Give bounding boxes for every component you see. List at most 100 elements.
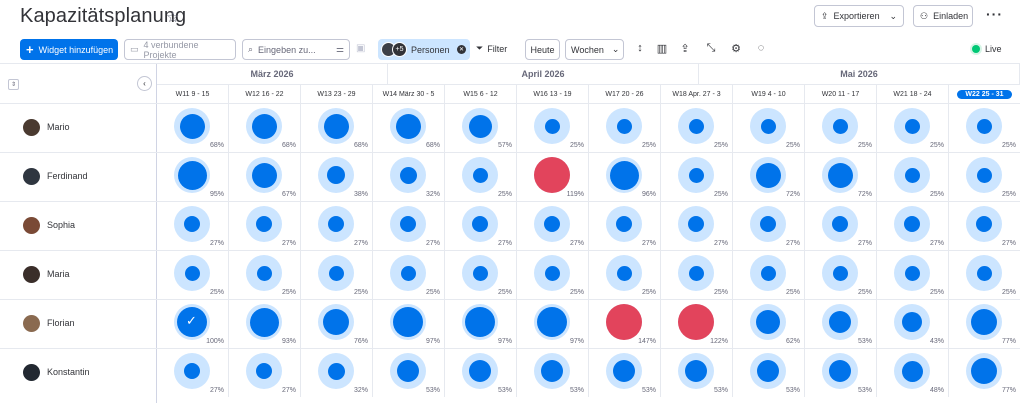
persons-filter-chip[interactable]: +5 Personen ✕	[378, 39, 470, 60]
capacity-cell[interactable]: 53%	[517, 348, 589, 397]
capacity-cell[interactable]: 27%	[805, 201, 877, 250]
capacity-cell[interactable]: 53%	[733, 348, 805, 397]
sort-toggle-icon[interactable]: ⇕	[8, 79, 19, 90]
capacity-cell[interactable]: 25%	[949, 152, 1020, 201]
capacity-cell[interactable]: 25%	[589, 250, 661, 299]
columns-icon[interactable]: ▥	[655, 42, 669, 55]
person-row[interactable]: Sophia	[0, 201, 157, 250]
capacity-cell[interactable]: 68%	[157, 103, 229, 152]
week-label[interactable]: W15 6 - 12	[445, 85, 517, 104]
person-row[interactable]: Mario	[0, 103, 157, 152]
capacity-cell[interactable]: 93%	[229, 299, 301, 348]
capacity-cell[interactable]: 122%	[661, 299, 733, 348]
capacity-cell[interactable]: 25%	[589, 103, 661, 152]
week-label[interactable]: W14 März 30 - 5	[373, 85, 445, 104]
week-label[interactable]: W21 18 - 24	[877, 85, 949, 104]
capacity-cell[interactable]: 67%	[229, 152, 301, 201]
week-label[interactable]: W12 16 - 22	[229, 85, 301, 104]
capacity-cell[interactable]: 25%	[661, 152, 733, 201]
connected-projects-button[interactable]: ▭ 4 verbundene Projekte	[124, 39, 236, 60]
week-label[interactable]: W17 20 - 26	[589, 85, 661, 104]
capacity-cell[interactable]: 27%	[301, 201, 373, 250]
capacity-cell[interactable]: 62%	[733, 299, 805, 348]
collapse-sidebar-button[interactable]: ‹	[137, 76, 152, 91]
timescale-select[interactable]: Wochen ⌄	[565, 39, 624, 60]
capacity-cell[interactable]: 25%	[877, 103, 949, 152]
capacity-cell[interactable]: 119%	[517, 152, 589, 201]
settings-gear-icon[interactable]: ⚙	[729, 42, 743, 55]
week-label[interactable]: W13 23 - 29	[301, 85, 373, 104]
capacity-cell[interactable]: 57%	[445, 103, 517, 152]
capacity-cell[interactable]: 96%	[589, 152, 661, 201]
capacity-cell[interactable]: 25%	[661, 250, 733, 299]
capacity-cell[interactable]: 25%	[661, 103, 733, 152]
capacity-cell[interactable]: 27%	[949, 201, 1020, 250]
filter-button[interactable]: ⏷ Filter	[476, 43, 507, 54]
person-row[interactable]: Ferdinand	[0, 152, 157, 201]
capacity-cell[interactable]: 25%	[949, 250, 1020, 299]
capacity-cell[interactable]: 27%	[229, 201, 301, 250]
capacity-cell[interactable]: 27%	[445, 201, 517, 250]
capacity-cell[interactable]: 97%	[373, 299, 445, 348]
capacity-cell[interactable]: 25%	[949, 103, 1020, 152]
capacity-cell[interactable]: 147%	[589, 299, 661, 348]
capacity-cell[interactable]: 76%	[301, 299, 373, 348]
person-row[interactable]: Konstantin	[0, 348, 157, 397]
star-icon[interactable]: ☆	[166, 8, 179, 26]
capacity-cell[interactable]: 27%	[373, 201, 445, 250]
capacity-cell[interactable]: 53%	[661, 348, 733, 397]
person-row[interactable]: Florian	[0, 299, 157, 348]
capacity-cell[interactable]: 25%	[517, 250, 589, 299]
capacity-cell[interactable]: 68%	[301, 103, 373, 152]
capacity-cell[interactable]: 27%	[157, 201, 229, 250]
capacity-cell[interactable]: 53%	[445, 348, 517, 397]
capacity-cell[interactable]: 27%	[229, 348, 301, 397]
capacity-cell[interactable]: 53%	[805, 348, 877, 397]
capacity-cell[interactable]: ✓ 100%	[157, 299, 229, 348]
clear-persons-icon[interactable]: ✕	[457, 45, 466, 54]
capacity-cell[interactable]: 25%	[805, 250, 877, 299]
sort-icon[interactable]: ↕	[633, 42, 647, 54]
capacity-cell[interactable]: 25%	[877, 250, 949, 299]
add-widget-button[interactable]: + Widget hinzufügen	[20, 39, 118, 60]
capacity-cell[interactable]: 53%	[373, 348, 445, 397]
capacity-cell[interactable]: 72%	[733, 152, 805, 201]
capacity-cell[interactable]: 97%	[445, 299, 517, 348]
person-row[interactable]: Maria	[0, 250, 157, 299]
capacity-cell[interactable]: 77%	[949, 348, 1020, 397]
export-button[interactable]: ⇪ Exportieren ⌄	[814, 5, 904, 27]
capacity-cell[interactable]: 25%	[805, 103, 877, 152]
search-filter-icon[interactable]: ⚌	[336, 44, 344, 55]
capacity-cell[interactable]: 25%	[877, 152, 949, 201]
capacity-cell[interactable]: 27%	[589, 201, 661, 250]
capacity-cell[interactable]: 25%	[445, 250, 517, 299]
capacity-cell[interactable]: 72%	[805, 152, 877, 201]
collapse-icon[interactable]: ⤡	[704, 42, 718, 55]
capacity-cell[interactable]: 25%	[517, 103, 589, 152]
capacity-cell[interactable]: 95%	[157, 152, 229, 201]
capacity-cell[interactable]: 38%	[301, 152, 373, 201]
capacity-cell[interactable]: 27%	[517, 201, 589, 250]
week-label[interactable]: W22 25 - 31	[949, 85, 1020, 104]
capacity-cell[interactable]: 25%	[445, 152, 517, 201]
capacity-cell[interactable]: 97%	[517, 299, 589, 348]
capacity-cell[interactable]: 27%	[877, 201, 949, 250]
week-label[interactable]: W18 Apr. 27 - 3	[661, 85, 733, 104]
capacity-cell[interactable]: 53%	[805, 299, 877, 348]
more-options-icon[interactable]: ···	[986, 6, 1003, 22]
capacity-cell[interactable]: 25%	[733, 250, 805, 299]
save-icon[interactable]: ▣	[356, 43, 365, 54]
capacity-cell[interactable]: 53%	[589, 348, 661, 397]
capacity-cell[interactable]: 25%	[373, 250, 445, 299]
share-icon[interactable]: ⇪	[678, 42, 692, 55]
capacity-cell[interactable]: 48%	[877, 348, 949, 397]
capacity-cell[interactable]: 43%	[877, 299, 949, 348]
capacity-cell[interactable]: 68%	[373, 103, 445, 152]
capacity-cell[interactable]: 27%	[157, 348, 229, 397]
today-button[interactable]: Heute	[525, 39, 560, 60]
capacity-cell[interactable]: 32%	[373, 152, 445, 201]
capacity-cell[interactable]: 25%	[301, 250, 373, 299]
capacity-cell[interactable]: 25%	[229, 250, 301, 299]
capacity-cell[interactable]: 25%	[157, 250, 229, 299]
capacity-cell[interactable]: 77%	[949, 299, 1020, 348]
